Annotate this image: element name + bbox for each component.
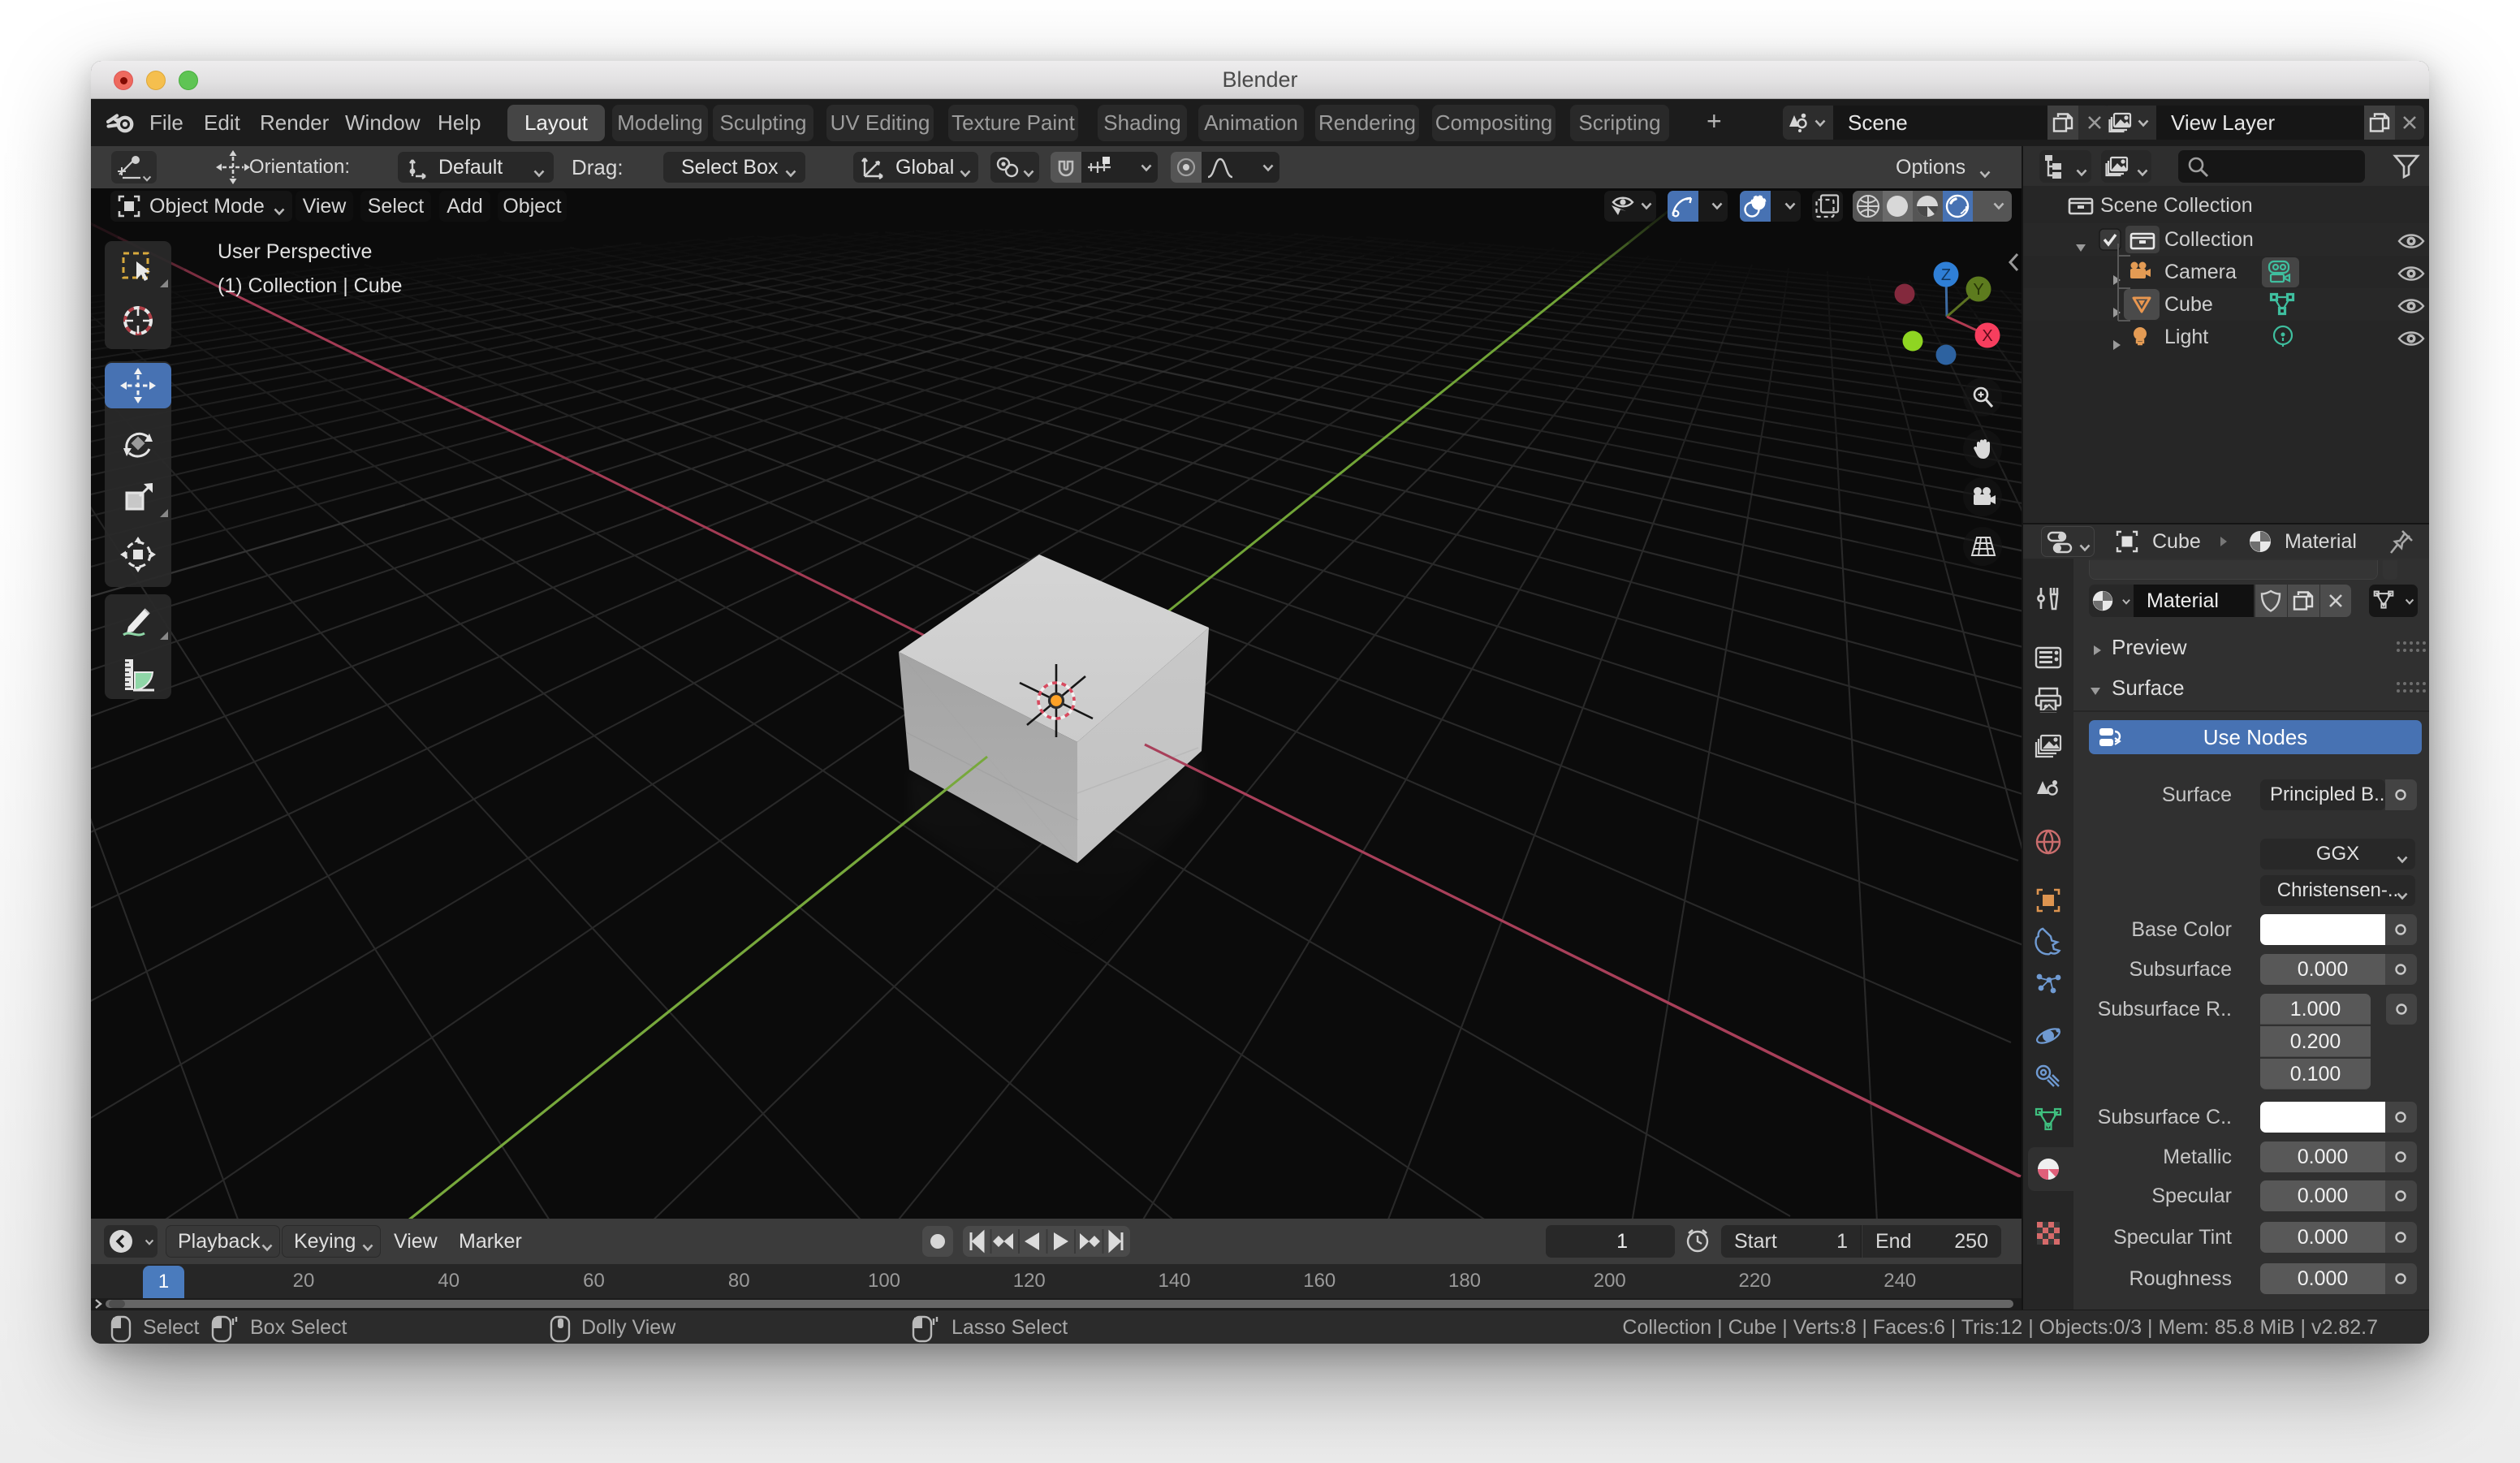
svg-text:Y: Y	[1973, 281, 1983, 299]
svg-text:Z: Z	[1941, 266, 1951, 284]
svg-text:X: X	[1982, 327, 1992, 345]
